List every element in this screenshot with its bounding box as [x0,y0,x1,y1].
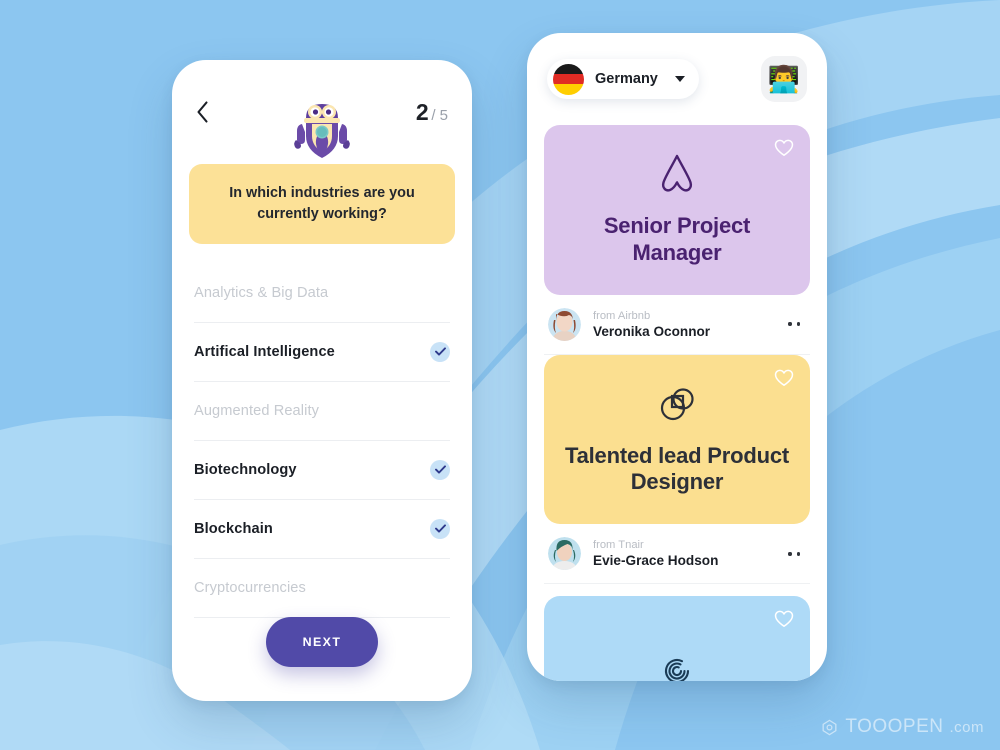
shape-overlap-logo-icon [655,381,699,427]
chevron-left-icon [197,101,208,123]
person-name: Evie-Grace Hodson [593,553,719,569]
left-topbar: 2 / 5 [172,60,472,164]
option-check-badge[interactable] [430,459,450,480]
next-button[interactable]: NEXT [266,617,378,667]
check-icon [434,465,446,474]
right-topbar: Germany 👨‍💻 [527,33,827,125]
industry-option-label: Artifical Intelligence [194,343,335,360]
phone-left-onboarding: 2 / 5 In which industries are you curren… [172,60,472,701]
industry-option-label: Analytics & Big Data [194,284,329,301]
person-row-veronika[interactable]: from Airbnb Veronika Oconnor [544,295,810,355]
country-selector[interactable]: Germany [547,59,699,99]
screen: TOOOPEN .com 2 / 5 In which industries a… [0,0,1000,750]
person-name: Veronika Oconnor [593,323,711,339]
industry-option-label: Blockchain [194,520,273,537]
job-card-partial[interactable] [544,596,810,681]
avatar-veronika-svg [548,307,581,341]
industry-option-label: Augmented Reality [194,402,320,419]
favorite-heart-icon[interactable] [774,369,794,392]
more-options-icon[interactable] [788,322,806,326]
option-check-badge[interactable] [430,341,450,362]
check-icon [434,347,446,356]
industry-option-label: Cryptocurrencies [194,579,306,596]
robot-mascot-svg [294,104,350,158]
avatar-emoji: 👨‍💻 [767,64,801,94]
person-meta: from Airbnb Veronika Oconnor [593,310,710,339]
job-feed: Senior Project Manager from Airbnb Veron… [527,125,827,681]
robot-mascot-icon [286,90,358,162]
profile-avatar[interactable]: 👨‍💻 [761,56,807,102]
avatar-evie-grace [548,537,581,571]
chevron-down-icon [674,76,685,82]
industry-option-5[interactable]: Cryptocurrencies [194,559,450,618]
step-current: 2 [415,98,429,125]
spiral-circle-logo-icon [655,648,699,681]
industry-options-list: Analytics & Big Data Artifical Intelligen… [194,264,450,618]
job-card-senior-project-manager[interactable]: Senior Project Manager [544,125,810,295]
industry-option-1[interactable]: Artifical Intelligence [194,323,450,382]
person-company: from Airbnb [593,309,651,322]
favorite-heart-icon[interactable] [774,610,794,633]
favorite-heart-icon[interactable] [774,139,794,162]
option-check-badge[interactable] [430,518,450,539]
job-title: Senior Project Manager [603,213,751,265]
phone-right-job-feed: Germany 👨‍💻 Senior P [527,33,827,681]
question-card: In which industries are you currently wo… [189,164,455,244]
industry-option-4[interactable]: Blockchain [194,500,450,559]
more-options-icon[interactable] [788,552,806,556]
industry-option-label: Biotechnology [194,461,297,478]
step-counter: 2 / 5 [416,99,448,126]
job-title: Talented lead Product Designer [565,442,789,495]
check-icon [434,524,446,533]
avatar-evie-grace-svg [548,537,581,571]
industry-option-3[interactable]: Biotechnology [194,441,450,500]
background-bands [0,0,1000,750]
back-button[interactable] [196,97,222,127]
step-total: / 5 [431,106,448,124]
country-name: Germany [595,71,658,87]
person-meta: from Tnair Evie-Grace Hodson [593,539,718,568]
industry-option-2[interactable]: Augmented Reality [194,382,450,441]
next-button-wrap: NEXT [172,617,472,667]
germany-flag-icon [553,63,584,95]
person-row-evie-grace[interactable]: from Tnair Evie-Grace Hodson [544,524,810,585]
airbnb-logo-icon [655,151,699,197]
person-company: from Tnair [593,539,644,552]
job-card-product-designer[interactable]: Talented lead Product Designer [544,354,810,525]
background-decoration [0,0,1000,750]
industry-option-0[interactable]: Analytics & Big Data [194,264,450,323]
avatar-veronika [548,307,581,341]
